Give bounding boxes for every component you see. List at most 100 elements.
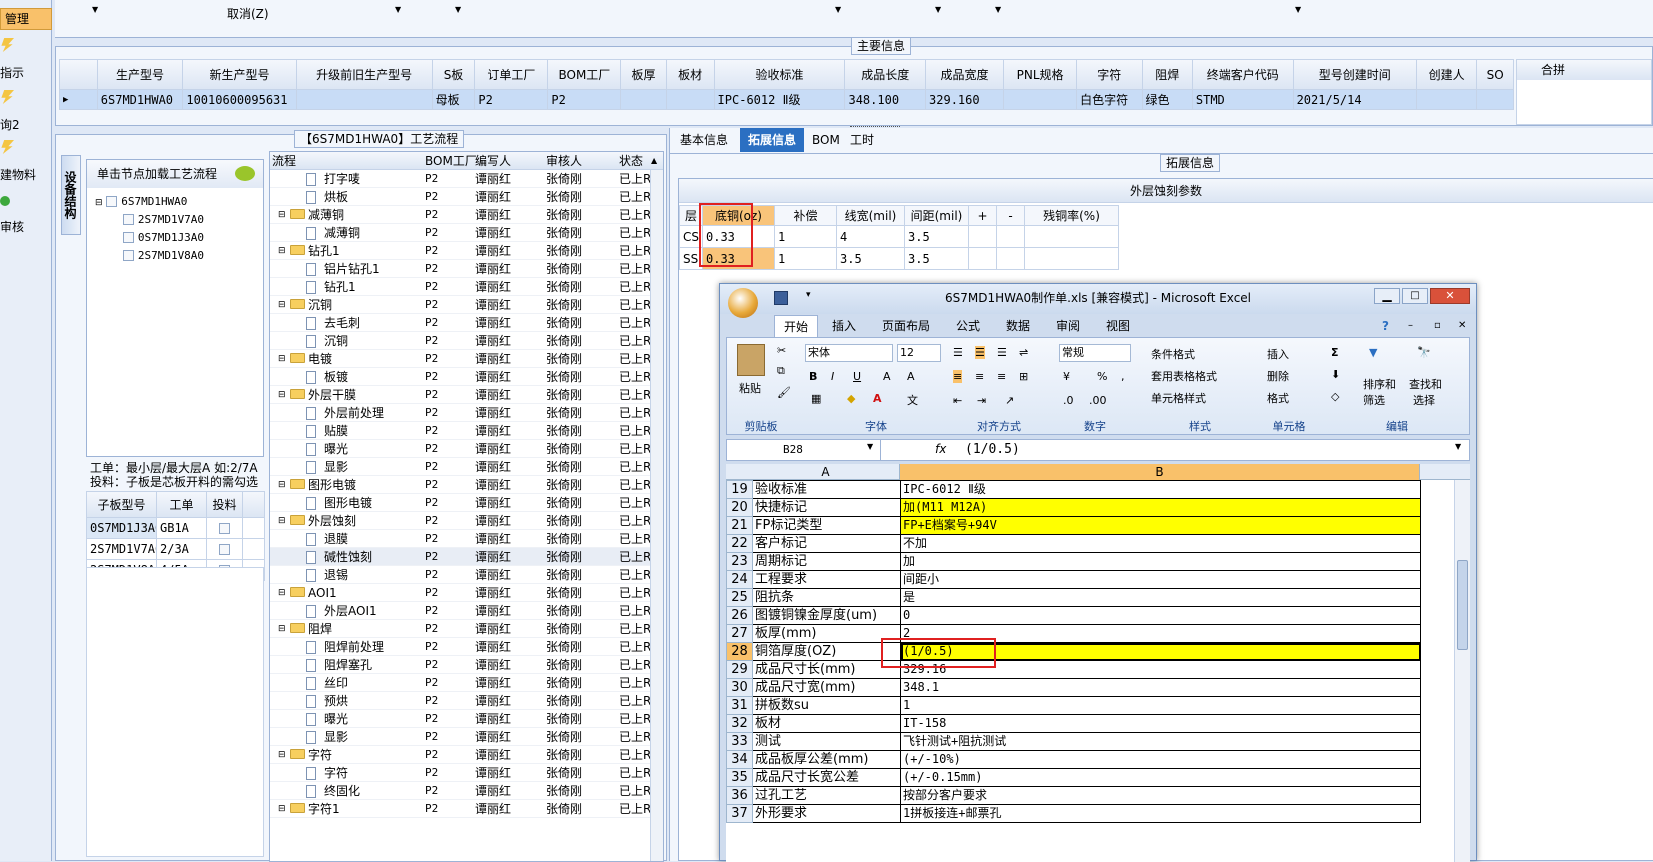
table-cell[interactable]: 0S7MD1J3A0 <box>86 517 157 539</box>
flow-row[interactable]: ⊟ 字符1 P2 谭丽红 张倚刚 已上R <box>270 800 651 818</box>
flow-row[interactable]: 沉铜 P2 谭丽红 张倚刚 已上R <box>270 332 651 350</box>
table-cell[interactable]: P2 <box>474 89 549 110</box>
collapse-icon[interactable]: ⊟ <box>278 620 286 638</box>
flow-row[interactable]: ⊟ 钻孔1 P2 谭丽红 张倚刚 已上R <box>270 242 651 260</box>
paste-icon[interactable] <box>737 344 765 376</box>
column-header[interactable]: 字符 <box>1076 59 1143 90</box>
scroll-up-icon[interactable]: ▲ <box>651 152 657 170</box>
cell-b[interactable]: 1拼板接连+邮票孔 <box>900 804 1421 823</box>
cell-b[interactable]: 加(M11 M12A) <box>900 498 1421 517</box>
table-cell[interactable]: 2/3A <box>156 538 207 560</box>
flow-row[interactable]: 去毛刺 P2 谭丽红 张倚刚 已上R <box>270 314 651 332</box>
tab-review[interactable]: 审阅 <box>1056 315 1080 337</box>
ribbon-close-icon[interactable]: ✕ <box>1458 315 1466 337</box>
increase-decimal-icon[interactable]: .0 <box>1063 394 1074 407</box>
table-cell[interactable] <box>968 225 997 248</box>
table-cell[interactable] <box>1024 247 1119 270</box>
collapse-icon[interactable]: ⊟ <box>278 584 286 602</box>
help-icon[interactable]: ? <box>1382 315 1389 337</box>
cell-b[interactable]: 按部分客户要求 <box>900 786 1421 805</box>
cell-b[interactable]: FP+E档案号+94V <box>900 516 1421 535</box>
sheet-row[interactable]: 37 外形要求 1拼板接连+邮票孔 <box>726 804 1421 823</box>
table-cell[interactable]: 348.100 <box>844 89 927 110</box>
row-number[interactable]: 31 <box>726 696 753 715</box>
flow-row[interactable]: 退锡 P2 谭丽红 张倚刚 已上R <box>270 566 651 584</box>
cell-a[interactable]: 成品尺寸长(mm) <box>752 660 901 679</box>
sheet-row[interactable]: 22 客户标记 不加 <box>726 534 1421 553</box>
name-box[interactable]: B28 <box>731 440 881 460</box>
tree-node-child[interactable]: 0S7MD1J3A0 <box>123 228 204 246</box>
sheet-row[interactable]: 21 FP标记类型 FP+E档案号+94V <box>726 516 1421 535</box>
table-cell[interactable] <box>620 89 667 110</box>
cell-b[interactable]: 间距小 <box>900 570 1421 589</box>
find-select-button[interactable]: 查找和 <box>1409 376 1442 392</box>
row-number[interactable]: 19 <box>726 480 753 499</box>
flow-row[interactable]: ⊟ 阻焊 P2 谭丽红 张倚刚 已上R <box>270 620 651 638</box>
fill-color-icon[interactable]: ◆ <box>847 392 855 405</box>
column-header[interactable]: - <box>996 205 1025 226</box>
table-cell[interactable] <box>665 89 715 110</box>
flow-row[interactable]: 打字唛 P2 谭丽红 张倚刚 已上R <box>270 170 651 188</box>
column-header[interactable]: 新生产型号 <box>182 59 297 90</box>
row-number[interactable]: 26 <box>726 606 753 625</box>
cell-b[interactable]: IT-158 <box>900 714 1421 733</box>
row-number[interactable]: 22 <box>726 534 753 553</box>
row-number[interactable]: 32 <box>726 714 753 733</box>
dropdown-arrow-icon[interactable]: ▼ <box>935 5 941 14</box>
tab-view[interactable]: 视图 <box>1106 315 1130 337</box>
flow-row[interactable]: 显影 P2 谭丽红 张倚刚 已上R <box>270 728 651 746</box>
wrap-text-icon[interactable]: ⇌ <box>1019 346 1028 359</box>
column-header[interactable]: 订单工厂 <box>474 59 549 90</box>
quick-access-dropdown-icon[interactable]: ▾ <box>806 290 811 300</box>
align-top-icon[interactable]: ☰ <box>953 346 963 359</box>
column-header[interactable]: 阻焊 <box>1141 59 1193 90</box>
sheet-row[interactable]: 25 阻抗条是 <box>726 588 1421 607</box>
cell-a[interactable]: 成品尺寸长宽公差 <box>752 768 901 787</box>
flow-row[interactable]: 字符 P2 谭丽红 张倚刚 已上R <box>270 764 651 782</box>
office-button-icon[interactable] <box>728 288 758 318</box>
tab-home[interactable]: 开始 <box>774 315 818 337</box>
cell-b[interactable]: 348.1 <box>900 678 1421 697</box>
find-select-icon[interactable]: 🔭 <box>1417 346 1431 359</box>
column-header[interactable]: + <box>968 205 997 226</box>
table-cell[interactable] <box>996 225 1025 248</box>
expand-formula-icon[interactable]: ▼ <box>1455 442 1461 451</box>
row-number[interactable]: 28 <box>726 642 753 661</box>
tab-basic-info[interactable]: 基本信息 <box>672 128 736 152</box>
cut-icon[interactable]: ✂ <box>777 344 786 357</box>
close-button[interactable]: ✕ <box>1430 288 1470 304</box>
collapse-icon[interactable]: ⊟ <box>278 746 286 764</box>
collapse-icon[interactable]: ⊟ <box>278 242 286 260</box>
row-number[interactable]: 29 <box>726 660 753 679</box>
collapse-icon[interactable]: ⊟ <box>278 206 286 224</box>
sheet-row[interactable]: 23 周期标记加 <box>726 552 1421 571</box>
column-header[interactable]: 线宽(mil) <box>836 205 905 226</box>
sheet-row[interactable]: 19 验收标准 IPC-6012 Ⅱ级 <box>726 480 1421 499</box>
flow-row[interactable]: 外层前处理 P2 谭丽红 张倚刚 已上R <box>270 404 651 422</box>
name-box-dropdown-icon[interactable]: ▼ <box>867 442 873 451</box>
font-size-select[interactable]: 12 <box>897 344 941 362</box>
table-cell[interactable] <box>1024 225 1119 248</box>
table-cell[interactable]: 4 <box>836 225 905 248</box>
table-row[interactable]: 2S7MD1V7A0 2/3A <box>86 538 265 560</box>
sheet-row[interactable]: 33 测试 飞针测试+阻抗测试 <box>726 732 1421 751</box>
column-header[interactable]: 工单 <box>156 491 207 518</box>
row-number[interactable]: 37 <box>726 804 753 823</box>
dropdown-arrow-icon[interactable]: ▼ <box>995 5 1001 14</box>
row-number[interactable]: 21 <box>726 516 753 535</box>
sheet-row[interactable]: 20 快捷标记 加(M11 M12A) <box>726 498 1421 517</box>
flow-row[interactable]: 曝光 P2 谭丽红 张倚刚 已上R <box>270 440 651 458</box>
fill-icon[interactable]: ⬇ <box>1331 368 1340 381</box>
cell-a[interactable]: 阻抗条 <box>752 588 901 607</box>
row-number[interactable]: 30 <box>726 678 753 697</box>
flow-row[interactable]: 钻孔1 P2 谭丽红 张倚刚 已上R <box>270 278 651 296</box>
formula-input[interactable]: (1/0.5) <box>965 440 1020 460</box>
column-header[interactable]: BOM工厂 <box>425 152 477 170</box>
cell-b[interactable]: IPC-6012 Ⅱ级 <box>900 480 1421 499</box>
tab-data[interactable]: 数据 <box>1006 315 1030 337</box>
column-header[interactable]: 编写人 <box>475 152 511 170</box>
clear-icon[interactable]: ◇ <box>1331 390 1339 403</box>
column-header[interactable]: 投料 <box>206 491 243 518</box>
column-header[interactable]: 板厚 <box>620 59 667 90</box>
nav-item-query[interactable]: 询2 <box>0 90 52 134</box>
